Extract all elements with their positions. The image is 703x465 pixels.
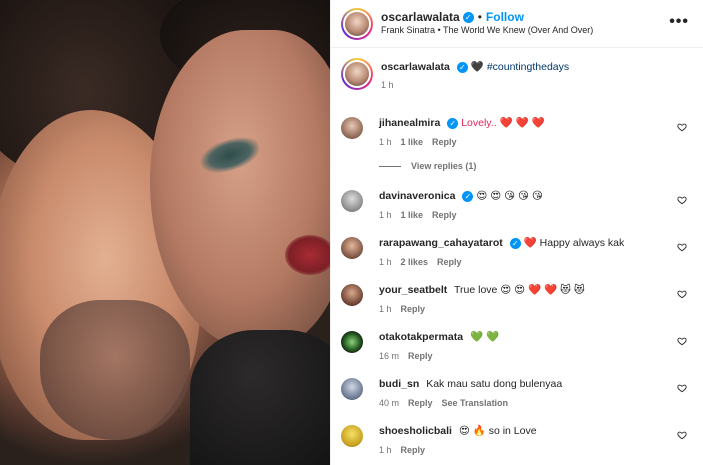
comment-username[interactable]: otakotakpermata [379,331,463,343]
like-heart-icon[interactable] [677,336,687,346]
comment-time: 1 h [379,210,392,220]
commenter-avatar[interactable] [341,284,363,306]
separator-dot: • [477,10,482,25]
comment-username[interactable]: davinaveronica [379,190,455,202]
author-avatar[interactable] [341,7,373,40]
comment-text: Lovely.. ❤️ ❤️ ❤️ [461,117,545,129]
comment-text: 💚 💚 [469,331,500,343]
comment-item: jihanealmira ✓ Lovely.. ❤️ ❤️ ❤️ 1 h 1 lik… [341,116,693,147]
instagram-post-view: oscarlawalata ✓ • Follow Frank Sinatra •… [0,0,703,465]
reply-button[interactable]: Reply [408,398,433,408]
verified-badge-icon: ✓ [447,118,459,129]
reply-line-divider [379,165,401,167]
like-heart-icon[interactable] [677,122,687,132]
photo-region [190,330,330,465]
reply-button[interactable]: Reply [432,137,457,147]
comment-text: 😍 😍 😘 😘 😘 [476,190,543,202]
comment-username[interactable]: budi_sn [379,378,419,390]
follow-button[interactable]: Follow [486,10,524,25]
comment-likes[interactable]: 1 like [401,210,424,220]
view-replies-label: View replies (1) [411,161,477,171]
commenter-avatar[interactable] [341,378,363,400]
author-username[interactable]: oscarlawalata [381,10,460,25]
comment-item: shoesholicbali 😍 🔥 so in Love 1 h Reply [341,424,693,455]
comment-item: rarapawang_cahayatarot ✓ ❤️ Happy always … [341,236,693,267]
photo-region [285,235,330,275]
photo-region [40,300,190,440]
comment-likes[interactable]: 2 likes [401,257,429,267]
commenter-avatar[interactable] [341,117,363,139]
comment-username[interactable]: rarapawang_cahayatarot [379,237,503,249]
verified-badge-icon: ✓ [462,12,474,24]
comment-text: ❤️ Happy always kak [523,237,625,249]
caption-username[interactable]: oscarlawalata [381,61,450,73]
caption-time: 1 h [381,80,394,90]
like-heart-icon[interactable] [677,430,687,440]
post-header: oscarlawalata ✓ • Follow Frank Sinatra •… [331,0,703,48]
comment-item: budi_sn Kak mau satu dong bulenyaa 40 m R… [341,377,693,408]
reply-button[interactable]: Reply [437,257,462,267]
audio-track-link[interactable]: Frank Sinatra • The World We Knew (Over … [381,25,593,36]
verified-badge-icon: ✓ [509,238,521,249]
reply-button[interactable]: Reply [432,210,457,220]
comment-time: 1 h [379,304,392,314]
commenter-avatar[interactable] [341,425,363,447]
reply-button[interactable]: Reply [401,445,426,455]
caption-author-avatar[interactable] [341,58,373,90]
like-heart-icon[interactable] [677,242,687,252]
see-translation-button[interactable]: See Translation [442,398,509,408]
like-heart-icon[interactable] [677,195,687,205]
comments-list: oscarlawalata ✓ 🖤 #countingthedays 1 h ji… [331,48,703,455]
comment-time: 1 h [379,257,392,267]
comment-text: Kak mau satu dong bulenyaa [426,378,563,390]
comment-username[interactable]: jihanealmira [379,117,440,129]
comment-text: 😍 🔥 so in Love [458,425,537,437]
comment-time: 1 h [379,445,392,455]
reply-button[interactable]: Reply [401,304,426,314]
comment-item: otakotakpermata 💚 💚 16 m Reply [341,330,693,361]
like-heart-icon[interactable] [677,383,687,393]
like-heart-icon[interactable] [677,289,687,299]
hashtag-link[interactable]: #countingthedays [487,61,569,73]
comment-time: 16 m [379,351,400,361]
reply-button[interactable]: Reply [408,351,433,361]
caption-emoji: 🖤 [470,61,484,73]
comment-item: your_seatbelt True love 😍 😍 ❤️ ❤️ 😻 😻 1 … [341,283,693,314]
more-options-icon[interactable]: ••• [669,14,689,30]
commenter-avatar[interactable] [341,190,363,212]
verified-badge-icon: ✓ [462,191,474,202]
post-photo[interactable] [0,0,330,465]
comment-text: True love 😍 😍 ❤️ ❤️ 😻 😻 [454,284,585,296]
post-side-panel: oscarlawalata ✓ • Follow Frank Sinatra •… [330,0,703,465]
comment-item: davinaveronica ✓ 😍 😍 😘 😘 😘 1 h 1 like Reply [341,189,693,220]
comment-username[interactable]: your_seatbelt [379,284,447,296]
comment-time: 40 m [379,398,400,408]
caption: oscarlawalata ✓ 🖤 #countingthedays 1 h [341,58,693,98]
view-replies-button[interactable]: View replies (1) [379,161,693,171]
comment-likes[interactable]: 1 like [401,137,424,147]
comment-time: 1 h [379,137,392,147]
comment-username[interactable]: shoesholicbali [379,425,452,437]
verified-badge-icon: ✓ [456,62,468,73]
commenter-avatar[interactable] [341,237,363,259]
commenter-avatar[interactable] [341,331,363,353]
